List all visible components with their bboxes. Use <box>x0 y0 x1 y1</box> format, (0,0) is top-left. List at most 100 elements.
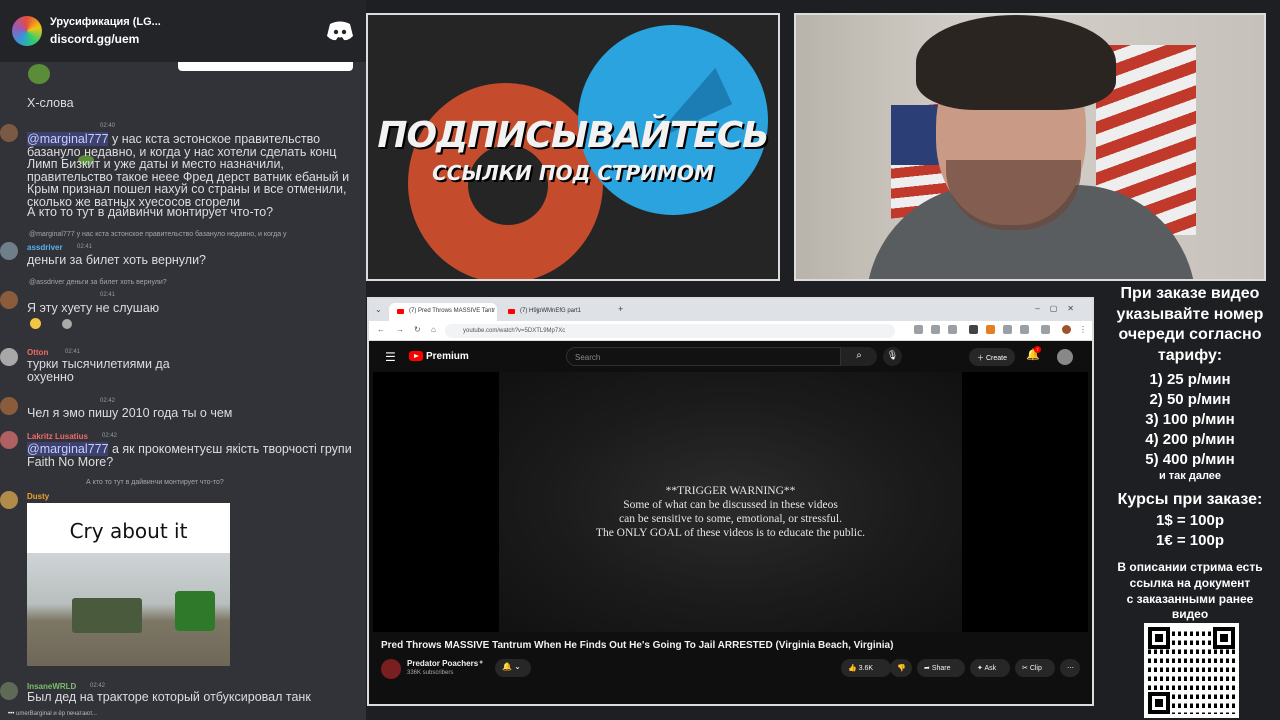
bookmark-icon[interactable] <box>948 325 957 334</box>
info-intro-line: тарифу: <box>1157 346 1223 364</box>
message-time: 02:42 <box>102 433 118 439</box>
message-text: деньги за билет хоть вернули? <box>27 253 207 267</box>
home-icon[interactable]: ⌂ <box>431 325 436 334</box>
tab-label: (7) Pred Throws MASSIVE Tantr <box>409 308 496 314</box>
video-player[interactable]: **TRIGGER WARNING** Some of what can be … <box>373 372 1088 632</box>
pepe-emoji <box>28 64 50 84</box>
address-bar[interactable]: youtube.com/watch?v=5DXTL9Mp7Xc <box>445 324 895 338</box>
account-avatar[interactable] <box>1057 349 1073 365</box>
message-time: 02:40 <box>100 123 116 129</box>
extensions-puzzle-icon[interactable] <box>1020 325 1029 334</box>
tab-youtube-second[interactable]: (7) H9jpWMnEfG part1 <box>500 303 608 321</box>
subscribed-bell-button[interactable]: 🔔 ⌄ <box>495 659 531 677</box>
hamburger-menu-icon[interactable]: ☰ <box>385 350 396 364</box>
server-icon <box>12 16 42 46</box>
message-text: Я эту хуету не слушаю <box>27 301 160 315</box>
chat-panel: Урусификация (LG... discord.gg/uem Х-сло… <box>0 0 366 720</box>
meme-caption: Cry about it <box>69 519 188 543</box>
desc-line: В описании стрима есть <box>1117 559 1263 574</box>
tank-shape <box>72 598 142 633</box>
back-icon[interactable]: ← <box>377 325 385 334</box>
username[interactable]: assdriver <box>27 243 63 252</box>
youtube-brand[interactable]: Premium <box>426 351 469 362</box>
youtube-logo-icon[interactable] <box>409 351 423 361</box>
promo-banner: ПОДПИСЫВАЙТЕСЬ ССЫЛКИ ПОД СТРИМОМ <box>366 13 780 281</box>
tab-list-icon[interactable]: ⌄ <box>375 305 382 314</box>
message-time: 02:42 <box>100 398 116 404</box>
typing-dots-icon: ••• <box>8 711 15 717</box>
meme-image[interactable]: Cry about it <box>27 503 230 666</box>
install-icon[interactable] <box>931 325 940 334</box>
emoji-reaction[interactable] <box>30 318 41 329</box>
window-controls[interactable]: –▢✕ <box>1035 304 1084 313</box>
message-text: @marginal777 а як прокоментуєш якість тв… <box>27 442 363 468</box>
ask-button[interactable]: ✦ Ask <box>970 659 1010 677</box>
more-actions-icon[interactable]: ⋯ <box>1060 659 1080 677</box>
dislike-button[interactable]: 👎 <box>890 659 912 677</box>
desc-line: ссылка на документ <box>1129 575 1251 590</box>
search-icon[interactable]: ⌕ <box>841 347 877 366</box>
promo-title: ПОДПИСЫВАЙТЕСЬ <box>377 115 769 156</box>
rate-item: 3) 100 р/мин <box>1145 411 1235 428</box>
menu-icon[interactable]: ⋮ <box>1079 325 1087 334</box>
reply-preview[interactable]: @marginal777 у нас кста эстонское правит… <box>29 231 287 238</box>
forward-icon[interactable]: → <box>396 325 404 334</box>
warning-line: The ONLY GOAL of these videos is to educ… <box>595 527 866 539</box>
trigger-warning-text: **TRIGGER WARNING** Some of what can be … <box>499 484 962 540</box>
typing-text: umerBarginal и ёр печатают... <box>15 711 97 717</box>
boosty-logo-inner <box>468 145 548 225</box>
share-button[interactable]: ➦ Share <box>917 659 965 677</box>
microphone-icon[interactable]: 🎙 <box>883 347 902 366</box>
desc-line: видео <box>1171 606 1209 621</box>
zoom-icon[interactable] <box>914 325 923 334</box>
browser-toolbar: ← → ↻ ⌂ youtube.com/watch?v=5DXTL9Mp7Xc … <box>369 321 1092 341</box>
extension-icon[interactable] <box>986 325 995 334</box>
promo-subtitle: ССЫЛКИ ПОД СТРИМОМ <box>432 161 714 185</box>
message-text: Чел я эмо пишу 2010 года ты о чем <box>27 406 233 420</box>
rate-item: 4) 200 р/мин <box>1145 431 1235 448</box>
extension-icon[interactable] <box>1003 325 1012 334</box>
course-item: 1€ = 100р <box>1156 531 1224 549</box>
message-text: Был дед на тракторе который отбуксировал… <box>27 690 311 704</box>
message-time: 02:42 <box>90 683 106 689</box>
rate-item: 5) 400 р/мин <box>1145 451 1235 468</box>
info-intro-line: указывайте номер <box>1116 305 1264 323</box>
avatar <box>0 348 18 366</box>
reload-icon[interactable]: ↻ <box>414 325 421 334</box>
like-button[interactable]: 👍 3.6K <box>841 659 891 677</box>
create-label: Create <box>985 355 1007 362</box>
clip-button[interactable]: ✂ Clip <box>1015 659 1055 677</box>
new-tab-icon[interactable]: + <box>618 304 623 314</box>
channel-name[interactable]: Predator Poachers <box>407 659 478 668</box>
profile-icon[interactable] <box>1062 325 1071 334</box>
sidebar-icon[interactable] <box>1041 325 1050 334</box>
notification-badge: 7 <box>1034 346 1041 353</box>
avatar <box>0 124 18 142</box>
info-intro-line: очереди согласно <box>1118 326 1262 343</box>
server-link[interactable]: discord.gg/uem <box>50 31 326 48</box>
qr-code <box>1144 623 1239 718</box>
extension-icon[interactable] <box>969 325 978 334</box>
avatar <box>0 431 18 449</box>
create-button[interactable]: ＋ Create <box>969 348 1015 366</box>
tab-youtube-video[interactable]: (7) Pred Throws MASSIVE Tantr <box>389 303 497 321</box>
subscriber-count: 336K subscribers <box>407 670 454 676</box>
youtube-header: ☰ Premium Search ⌕ 🎙 ＋ Create 🔔 7 <box>369 342 1092 372</box>
qr-finder <box>1213 627 1235 649</box>
ask-label: Ask <box>984 665 997 672</box>
tab-label: (7) H9jpWMnEfG part1 <box>520 308 582 314</box>
reply-preview[interactable]: @assdriver деньги за билет хоть вернули? <box>29 279 167 286</box>
order-info-panel: При заказе видео указывайте номер очеред… <box>1100 284 1280 621</box>
channel-avatar[interactable] <box>381 659 401 679</box>
emoji-reaction[interactable] <box>62 319 72 329</box>
message-text: @marginal777 у нас кста эстонское правит… <box>27 132 363 208</box>
username[interactable]: Lakritz Lusatius <box>27 432 88 441</box>
avatar <box>0 397 18 415</box>
webcam-feed <box>794 13 1266 281</box>
search-input[interactable]: Search <box>566 347 841 366</box>
username[interactable]: Otton <box>27 348 48 357</box>
tab-strip: ⌄ (7) Pred Throws MASSIVE Tantr (7) H9jp… <box>369 299 1092 321</box>
reply-preview[interactable]: А кто то тут в дайвинчи монтирует что-то… <box>86 479 224 486</box>
username[interactable]: Dusty <box>27 492 49 501</box>
share-label: Share <box>931 665 951 672</box>
